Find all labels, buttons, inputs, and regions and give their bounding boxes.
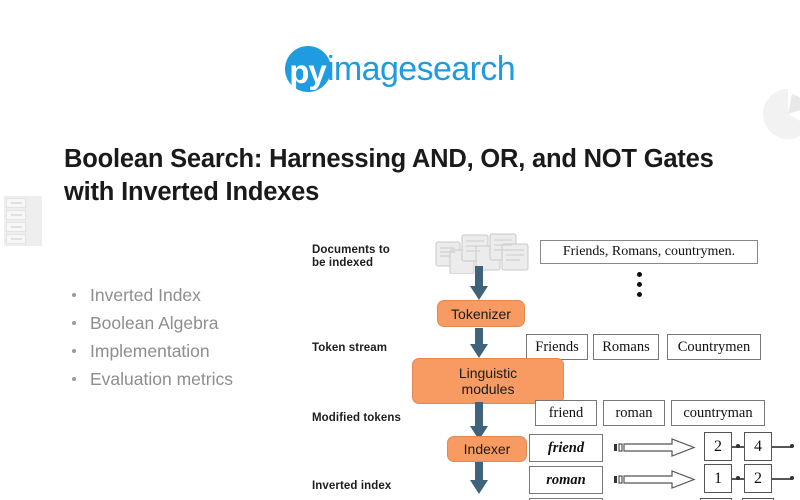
- logo-wordmark: imagesearch: [326, 50, 516, 88]
- decorative-sidebar-cell: [6, 198, 26, 208]
- list-item: Boolean Algebra: [68, 309, 308, 337]
- posting-connector-dot: [790, 476, 794, 480]
- slide-canvas: py imagesearch Boolean Search: Harnessin…: [0, 0, 800, 500]
- posting-connector: [772, 478, 792, 480]
- arrow-down-to-linguistic-modules-icon: [470, 328, 488, 358]
- decorative-pie-chart-icon: [763, 89, 800, 139]
- vertical-ellipsis-icon: [637, 272, 642, 302]
- decorative-sidebar-cell: [6, 222, 26, 232]
- stage-tokenizer[interactable]: Tokenizer: [437, 300, 525, 327]
- stage-linguistic-modules-line1: Linguistic: [458, 365, 518, 381]
- arrow-down-to-inverted-index-icon: [470, 462, 488, 494]
- posting-doc-box: 4: [744, 432, 772, 461]
- source-document-text: Friends, Romans, countrymen.: [540, 240, 758, 264]
- posting-connector: [772, 446, 792, 448]
- label-documents-to-be-indexed: Documents to be indexed: [312, 244, 390, 270]
- posting-doc-box: 2: [744, 464, 772, 493]
- list-item: Inverted Index: [68, 281, 308, 309]
- postings-pointer-arrow-icon: [614, 438, 696, 457]
- topic-bullet-list: Inverted Index Boolean Algebra Implement…: [68, 281, 308, 393]
- label-documents-line2: be indexed: [312, 257, 374, 269]
- token-box: Countrymen: [667, 334, 761, 360]
- stage-linguistic-modules[interactable]: Linguistic modules: [412, 358, 564, 404]
- label-documents-line1: Documents to: [312, 244, 390, 256]
- list-item: Evaluation metrics: [68, 365, 308, 393]
- token-box: Romans: [593, 334, 659, 360]
- label-modified-tokens: Modified tokens: [312, 412, 402, 424]
- list-item: Implementation: [68, 337, 308, 365]
- posting-doc-box: 2: [704, 432, 732, 461]
- stage-linguistic-modules-line2: modules: [461, 381, 515, 397]
- decorative-sidebar-cell: [6, 234, 26, 244]
- label-token-stream: Token stream: [312, 342, 388, 354]
- stage-indexer[interactable]: Indexer: [447, 436, 527, 462]
- logo-mark-text: py: [289, 52, 327, 90]
- decorative-sidebar-cell: [6, 210, 26, 220]
- modified-token-box: countryman: [671, 400, 765, 426]
- posting-connector-dot: [790, 444, 794, 448]
- decorative-sidebar-widget: [4, 196, 42, 246]
- token-box: Friends: [526, 334, 588, 360]
- indexing-pipeline-diagram: Documents to be indexed Token stream Mod…: [312, 232, 800, 500]
- posting-connector-dot: [736, 444, 740, 448]
- page-title: Boolean Search: Harnessing AND, OR, and …: [64, 145, 714, 207]
- label-inverted-index: Inverted index: [312, 480, 392, 492]
- logo-circle-icon: py: [284, 46, 331, 92]
- dictionary-term-box: friend: [529, 434, 603, 462]
- modified-token-box: friend: [535, 400, 597, 426]
- posting-connector-dot: [736, 476, 740, 480]
- posting-doc-box: 1: [704, 464, 732, 493]
- pyimagesearch-logo: py imagesearch: [0, 46, 800, 92]
- dictionary-term-box: roman: [529, 466, 603, 494]
- arrow-down-to-tokenizer-icon: [470, 266, 488, 300]
- postings-pointer-arrow-icon: [614, 470, 696, 489]
- modified-token-box: roman: [603, 400, 665, 426]
